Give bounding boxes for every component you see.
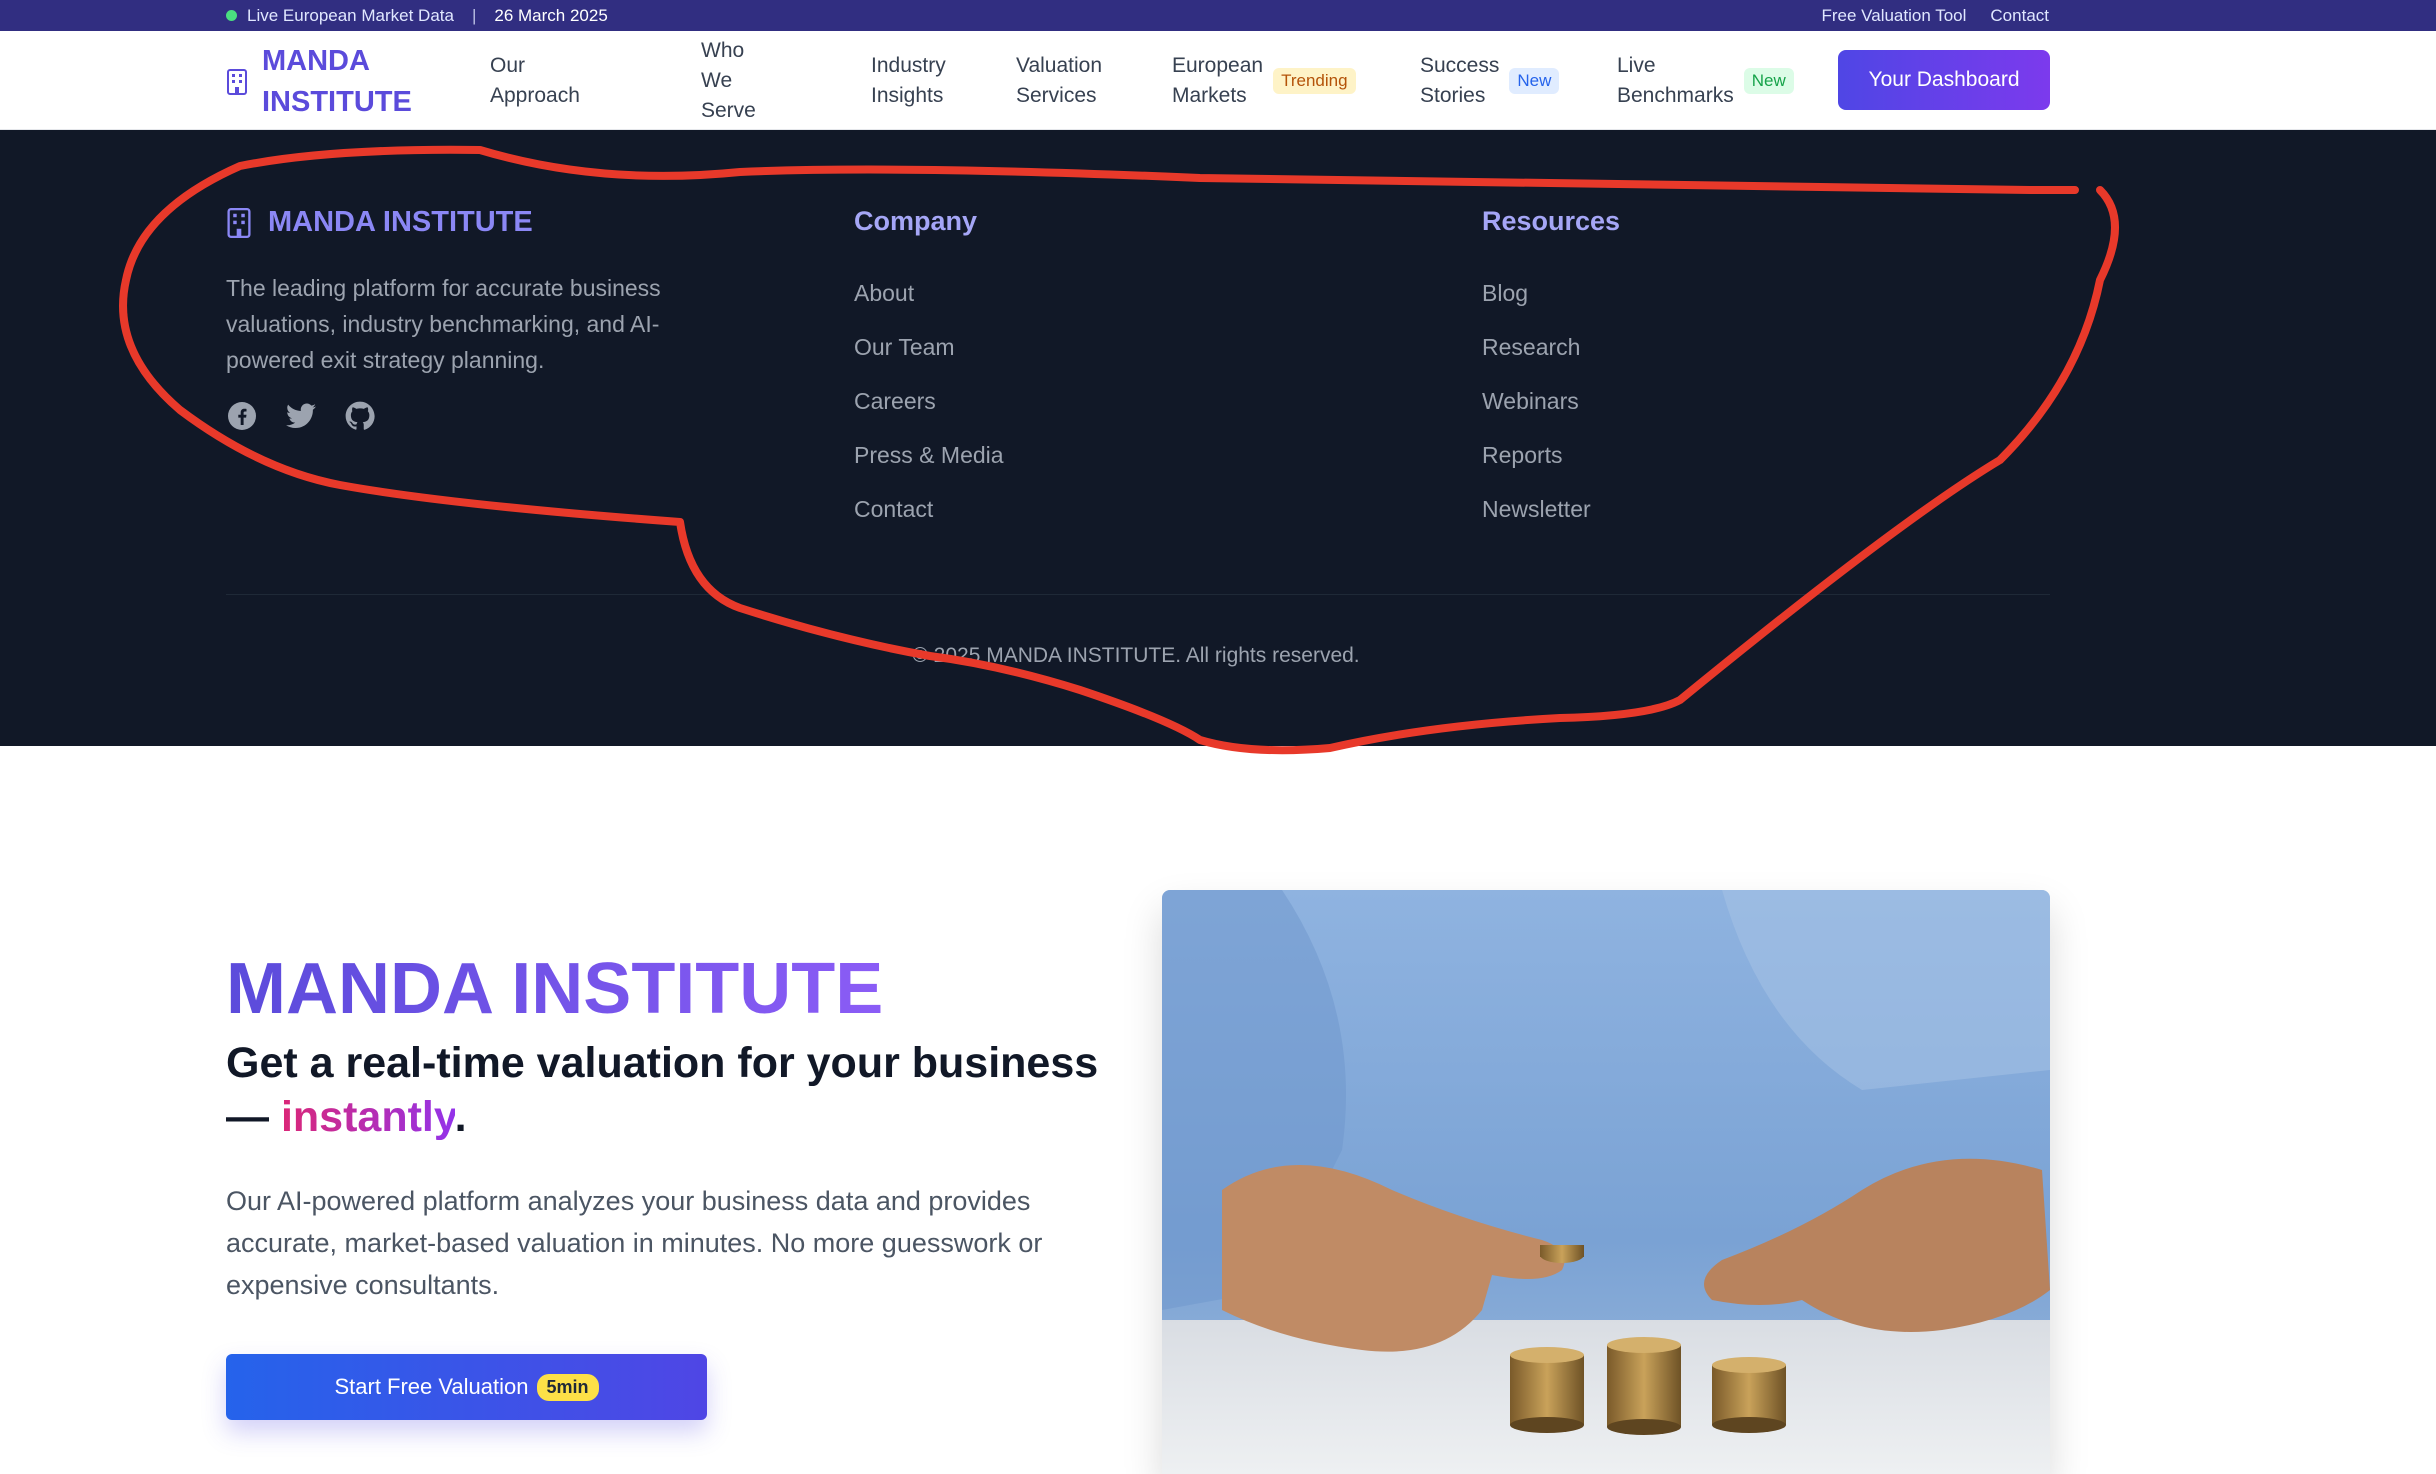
hero-subtitle-highlight: instantly (280, 1093, 455, 1141)
time-badge: 5min (536, 1373, 599, 1401)
separator: | (471, 5, 477, 25)
current-date: 26 March 2025 (494, 5, 608, 25)
footer-divider (226, 594, 2050, 595)
nav-label: European Markets (1172, 53, 1264, 107)
footer-resources-column: Resources Blog Research Webinars Reports… (1482, 206, 1620, 536)
social-links (226, 400, 376, 432)
contact-link[interactable]: Contact (1990, 6, 2049, 26)
nav-success-stories[interactable]: Success Stories New (1420, 31, 1560, 130)
footer-brand-name: MANDA INSTITUTE (268, 206, 533, 238)
footer-link-press-media[interactable]: Press & Media (854, 428, 1004, 482)
trending-badge: Trending (1273, 67, 1356, 94)
your-dashboard-button[interactable]: Your Dashboard (1838, 50, 2050, 110)
nav-live-benchmarks[interactable]: Live Benchmarks New (1617, 31, 1794, 130)
market-status: Live European Market Data | 26 March 202… (226, 0, 608, 31)
top-links: Free Valuation Tool Contact (1821, 0, 2049, 31)
nav-label: Our Approach (490, 53, 580, 107)
new-badge: New (1509, 67, 1560, 94)
start-free-valuation-button[interactable]: Start Free Valuation 5min (226, 1354, 707, 1420)
new-badge: New (1743, 67, 1794, 94)
free-valuation-tool-link[interactable]: Free Valuation Tool (1821, 6, 1966, 26)
nav-label: Success Stories (1420, 53, 1500, 107)
coins-photo-illustration (1162, 890, 2050, 1474)
github-icon[interactable] (344, 400, 376, 432)
nav-label: Live Benchmarks (1617, 53, 1734, 107)
footer-link-careers[interactable]: Careers (854, 374, 1004, 428)
nav-label: Who We Serve (701, 38, 756, 122)
footer-link-blog[interactable]: Blog (1482, 266, 1620, 320)
footer-brand[interactable]: MANDA INSTITUTE (226, 206, 533, 239)
resources-heading: Resources (1482, 206, 1621, 236)
hero-title: MANDA INSTITUTE (226, 946, 883, 1032)
building-icon (227, 69, 247, 95)
footer-company-column: Company About Our Team Careers Press & M… (854, 206, 1004, 536)
footer-link-our-team[interactable]: Our Team (854, 320, 1004, 374)
top-bar: Live European Market Data | 26 March 202… (0, 0, 2436, 31)
nav-who-we-serve[interactable]: Who We Serve (701, 31, 756, 130)
footer-link-contact[interactable]: Contact (854, 482, 1004, 536)
footer-link-reports[interactable]: Reports (1482, 428, 1620, 482)
brand-name: MANDA INSTITUTE (262, 45, 412, 118)
hero-description: Our AI-powered platform analyzes your bu… (226, 1186, 1043, 1300)
copyright-text: © 2025 MANDA INSTITUTE. All rights reser… (912, 644, 1360, 667)
brand-logo[interactable]: MANDA INSTITUTE (226, 41, 432, 123)
company-heading: Company (854, 206, 978, 236)
footer-description: The leading platform for accurate busine… (226, 275, 661, 373)
hero-subtitle: Get a real-time valuation for your busin… (226, 1036, 1126, 1144)
nav-label: Valuation Services (1016, 53, 1103, 107)
nav-label: Industry Insights (871, 53, 946, 107)
cta-label: Start Free Valuation (334, 1374, 529, 1399)
hero-subtitle-suffix: . (454, 1093, 467, 1141)
live-market-label: Live European Market Data (247, 5, 454, 25)
facebook-icon[interactable] (226, 400, 258, 432)
nav-european-markets[interactable]: European Markets Trending (1172, 31, 1356, 130)
footer-link-webinars[interactable]: Webinars (1482, 374, 1620, 428)
nav-our-approach[interactable]: Our Approach (490, 31, 580, 130)
footer-section: MANDA INSTITUTE The leading platform for… (0, 130, 2436, 746)
hero-coins-image (1162, 890, 2050, 1474)
live-status-dot (226, 10, 237, 21)
nav-industry-insights[interactable]: Industry Insights (871, 31, 946, 130)
building-icon (227, 207, 251, 238)
twitter-icon[interactable] (285, 400, 317, 432)
nav-valuation-services[interactable]: Valuation Services (1016, 31, 1102, 130)
footer-link-about[interactable]: About (854, 266, 1004, 320)
main-navbar: MANDA INSTITUTE Our Approach Who We Serv… (0, 31, 2436, 130)
footer-link-research[interactable]: Research (1482, 320, 1620, 374)
footer-link-newsletter[interactable]: Newsletter (1482, 482, 1620, 536)
